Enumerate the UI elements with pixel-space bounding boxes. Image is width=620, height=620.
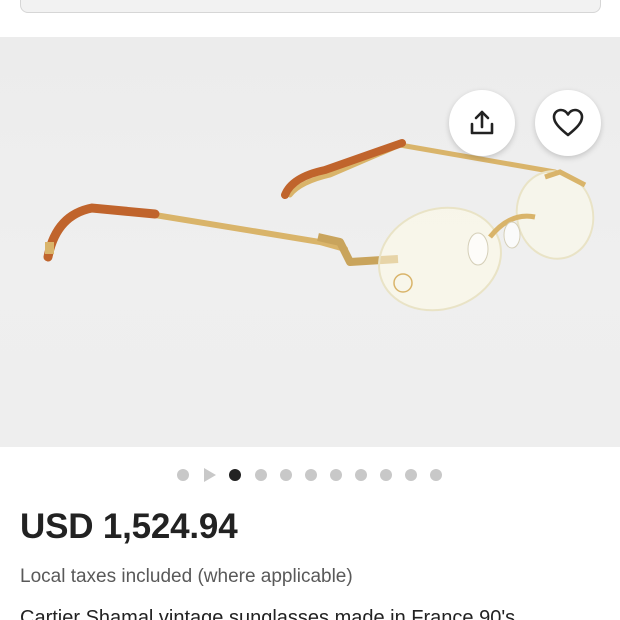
pagination-dot[interactable] — [405, 469, 417, 481]
pagination-dot[interactable] — [430, 469, 442, 481]
search-bar[interactable] — [20, 0, 601, 13]
tax-note: Local taxes included (where applicable) — [20, 566, 353, 587]
pagination-dot[interactable] — [177, 469, 189, 481]
pagination-dot[interactable] — [380, 469, 392, 481]
pagination-dot[interactable] — [355, 469, 367, 481]
heart-icon — [552, 108, 584, 137]
share-button[interactable] — [449, 90, 515, 156]
pagination-dot[interactable] — [255, 469, 267, 481]
favorite-button[interactable] — [535, 90, 601, 156]
product-photo-glasses — [43, 139, 595, 312]
pagination-dot[interactable] — [280, 469, 292, 481]
video-play-icon[interactable] — [204, 468, 216, 482]
share-icon — [470, 110, 494, 135]
pagination-dot[interactable] — [330, 469, 342, 481]
pagination-dot-active[interactable] — [229, 469, 241, 481]
listing-price: USD 1,524.94 — [20, 507, 238, 546]
listing-title: Cartier Shamal vintage sunglasses made i… — [20, 607, 516, 620]
pagination-dot[interactable] — [305, 469, 317, 481]
product-image-carousel[interactable] — [0, 37, 620, 447]
carousel-pagination — [0, 466, 620, 484]
